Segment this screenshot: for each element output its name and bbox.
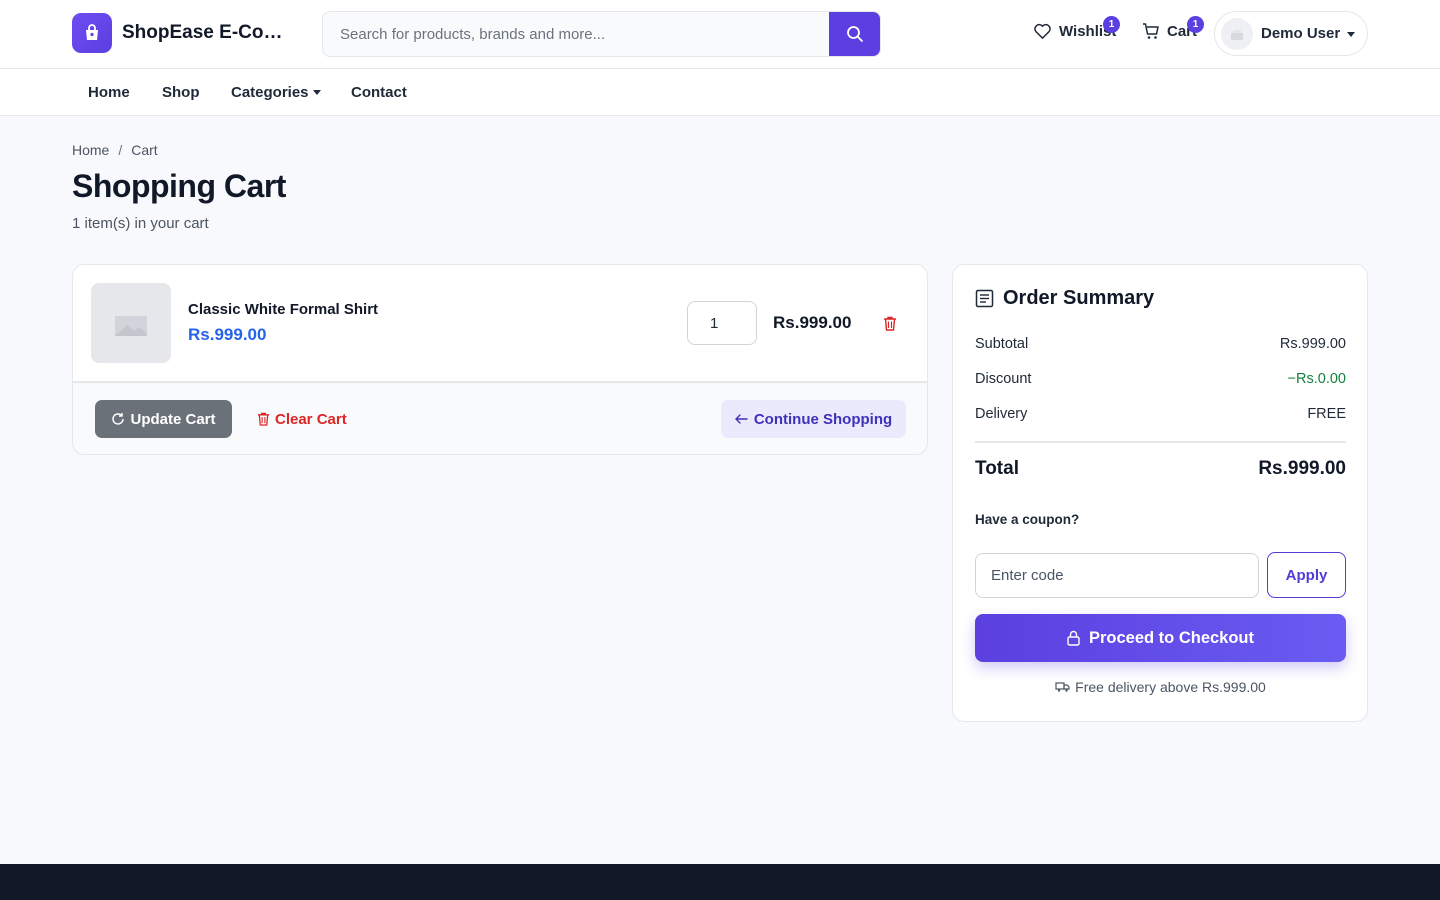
discount-label: Discount [975,371,1032,387]
refresh-icon [112,413,125,425]
nav-item-shop[interactable]: Shop [162,84,200,101]
nav-item-categories[interactable]: Categories [231,84,321,101]
trash-icon [884,316,896,331]
nav-item-label: Categories [231,84,309,101]
user-menu[interactable]: Demo User [1214,11,1368,56]
product-thumbnail[interactable] [91,283,171,363]
delivery-value: FREE [1307,406,1346,422]
lock-icon [1067,630,1080,646]
cart-item-row: Classic White Formal Shirt Rs.999.00 Rs.… [73,265,927,383]
checkout-button[interactable]: Proceed to Checkout [975,614,1346,662]
nav-item-contact[interactable]: Contact [351,84,407,101]
discount-row: Discount −Rs.0.00 [975,371,1346,387]
chevron-down-icon [1347,32,1355,37]
coupon-label: Have a coupon? [975,512,1080,527]
remove-item-button[interactable] [881,314,899,332]
nav-item-label: Shop [162,84,200,101]
cart-card: Classic White Formal Shirt Rs.999.00 Rs.… [72,264,928,455]
cart-item-count: 1 item(s) in your cart [72,215,209,232]
brand-name[interactable]: ShopEase E-Commerce [122,22,297,44]
shopping-bag-icon [86,24,98,40]
summary-divider [975,441,1346,443]
coupon-input[interactable] [975,553,1259,598]
delivery-note: Free delivery above Rs.999.00 [975,679,1346,695]
page-footer [0,864,1440,900]
wishlist-count-badge: 1 [1103,16,1120,33]
caret-down-icon [312,90,321,95]
delivery-label: Delivery [975,406,1028,422]
subtotal-label: Subtotal [975,336,1029,352]
cart-icon [1143,23,1159,39]
checkout-label: Proceed to Checkout [1088,628,1255,647]
arrow-left-icon [734,414,748,424]
update-cart-button[interactable]: Update Cart [95,400,232,438]
nav-item-home[interactable]: Home [88,84,130,101]
truck-icon [1055,682,1070,692]
image-placeholder-icon [115,316,147,336]
breadcrumb: Home / Cart [72,142,158,158]
continue-shopping-label: Continue Shopping [753,410,893,428]
breadcrumb-home[interactable]: Home [72,142,109,158]
update-cart-label: Update Cart [130,410,216,428]
quantity-input[interactable] [687,301,757,345]
delivery-note-text: Free delivery above Rs.999.00 [1075,679,1266,695]
total-label: Total [975,458,1019,479]
user-avatar-icon [1231,30,1243,40]
top-header: ShopEase E-Commerce Wishlist 1 Cart 1 [0,0,1440,69]
product-price: Rs.999.00 [188,325,267,344]
order-summary-title: Order Summary [975,287,1154,310]
total-row: Total Rs.999.00 [975,458,1346,480]
search-button[interactable] [829,12,880,56]
continue-shopping-button[interactable]: Continue Shopping [721,400,906,438]
search-icon [846,26,863,42]
search-bar [322,11,881,57]
delivery-row: Delivery FREE [975,406,1346,422]
cart-actions: Update Cart Clear Cart Continue Shopping [73,383,927,454]
user-name: Demo User [1261,25,1341,42]
avatar [1221,18,1253,50]
subtotal-row: Subtotal Rs.999.00 [975,336,1346,352]
order-summary-card: Order Summary Subtotal Rs.999.00 Discoun… [952,264,1368,722]
clear-cart-label: Clear Cart [275,410,347,428]
line-total: Rs.999.00 [773,313,852,332]
apply-coupon-button[interactable]: Apply [1267,552,1346,598]
discount-value: −Rs.0.00 [1287,371,1346,387]
nav-item-label: Home [88,84,130,101]
receipt-icon [975,289,994,308]
brand-logo[interactable] [72,13,112,53]
product-name[interactable]: Classic White Formal Shirt [188,301,378,318]
breadcrumb-separator: / [118,142,123,158]
breadcrumb-current: Cart [131,142,158,158]
clear-cart-button[interactable]: Clear Cart [257,400,347,438]
total-value: Rs.999.00 [1258,458,1346,479]
search-input[interactable] [323,12,831,56]
trash-icon [257,412,270,426]
order-summary-label: Order Summary [1003,287,1155,309]
main-nav: Home Shop Categories Contact [0,69,1440,116]
cart-count-badge: 1 [1187,16,1204,33]
nav-item-label: Contact [351,84,407,101]
subtotal-value: Rs.999.00 [1279,336,1346,352]
page-title: Shopping Cart [72,168,286,204]
heart-icon [1034,23,1051,39]
